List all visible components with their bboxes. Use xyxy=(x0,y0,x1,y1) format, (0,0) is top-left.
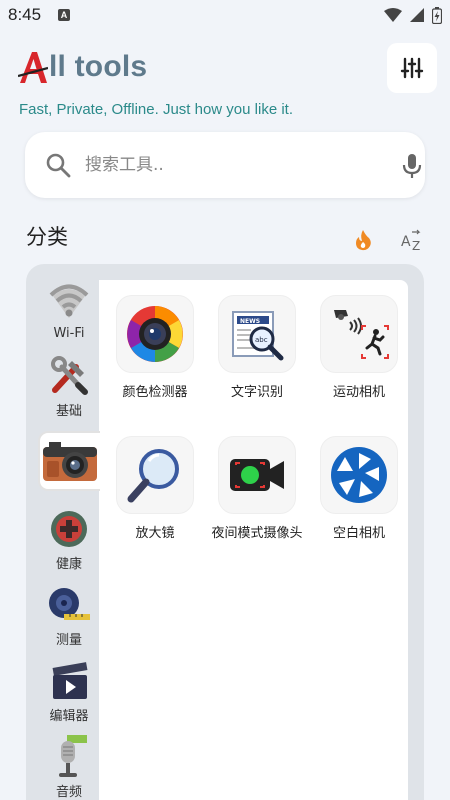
tool-label: 颜色检测器 xyxy=(122,385,188,400)
sidebar-item-audio[interactable]: 音频 xyxy=(38,735,100,800)
sidebar-item-health[interactable]: 健康 xyxy=(38,507,100,572)
newspaper-magnifier-icon: NEWS abc xyxy=(232,311,284,361)
sidebar-item-measure[interactable]: 测量 xyxy=(38,583,100,648)
tool-label: 运动相机 xyxy=(332,385,385,400)
shutter-icon xyxy=(331,447,387,503)
tool-label: 放大镜 xyxy=(135,526,175,541)
tool-night-camera[interactable]: 夜间模式摄像头 xyxy=(207,436,307,543)
cell-signal-icon xyxy=(410,8,424,22)
sidebar-label-health: 健康 xyxy=(55,557,82,572)
svg-text:abc: abc xyxy=(255,336,268,344)
categories-title: 分类 xyxy=(26,225,68,249)
video-editor-icon xyxy=(52,662,88,699)
az-sort-icon[interactable]: A Z xyxy=(400,229,424,255)
sidebar-label-audio: 音频 xyxy=(55,785,82,800)
status-icons xyxy=(384,6,442,24)
microphone-icon xyxy=(59,735,87,777)
fire-icon[interactable] xyxy=(353,229,373,251)
search-icon xyxy=(46,153,71,178)
sidebar-item-wifi[interactable]: Wi-Fi xyxy=(38,280,100,341)
search-bar[interactable] xyxy=(25,132,425,198)
tool-motion-camera[interactable]: 运动相机 xyxy=(309,295,409,402)
camera-icon xyxy=(43,442,97,481)
sidebar-label-wifi: Wi-Fi xyxy=(53,326,85,341)
sidebar-label-basic: 基础 xyxy=(55,404,82,419)
night-camera-icon xyxy=(230,459,284,491)
tools-icon xyxy=(51,356,88,395)
color-wheel-lens-icon xyxy=(127,306,183,362)
tool-magnifier[interactable]: 放大镜 xyxy=(105,436,205,543)
svg-text:Z: Z xyxy=(412,239,420,251)
tool-text-recognition[interactable]: NEWS abc 文字识别 xyxy=(207,295,307,402)
app-logo: ll tools xyxy=(17,44,148,84)
tool-color-detector[interactable]: 颜色检测器 xyxy=(105,295,205,402)
tool-label: 空白相机 xyxy=(332,526,385,541)
app-title: ll tools xyxy=(49,50,148,83)
sidebar-label-editor: 编辑器 xyxy=(49,709,89,724)
search-input[interactable] xyxy=(85,150,365,180)
tool-label: 夜间模式摄像头 xyxy=(211,526,303,541)
app-notification-icon: A xyxy=(58,9,70,21)
sidebar-item-camera[interactable] xyxy=(38,431,100,491)
settings-button[interactable] xyxy=(387,43,437,93)
sidebar-item-editor[interactable]: 编辑器 xyxy=(38,659,100,724)
svg-text:NEWS: NEWS xyxy=(240,318,260,325)
mic-icon[interactable] xyxy=(401,152,423,180)
health-icon xyxy=(51,511,87,547)
tool-blank-camera[interactable]: 空白相机 xyxy=(309,436,409,543)
status-bar: 8:45 A xyxy=(0,0,450,30)
magnifier-icon xyxy=(127,449,179,503)
wifi-icon xyxy=(49,284,89,318)
logo-letter-a xyxy=(17,50,49,84)
sliders-icon xyxy=(400,57,424,79)
status-time: 8:45 xyxy=(8,5,42,24)
tool-label: 文字识别 xyxy=(230,385,283,400)
motion-camera-icon xyxy=(334,310,389,359)
battery-charging-icon xyxy=(432,6,442,24)
sidebar-item-basic[interactable]: 基础 xyxy=(38,354,100,419)
sidebar-label-measure: 测量 xyxy=(55,633,82,648)
tagline: Fast, Private, Offline. Just how you lik… xyxy=(19,101,293,118)
wifi-signal-icon xyxy=(384,8,402,22)
svg-text:A: A xyxy=(401,234,411,250)
tape-measure-icon xyxy=(49,588,90,620)
